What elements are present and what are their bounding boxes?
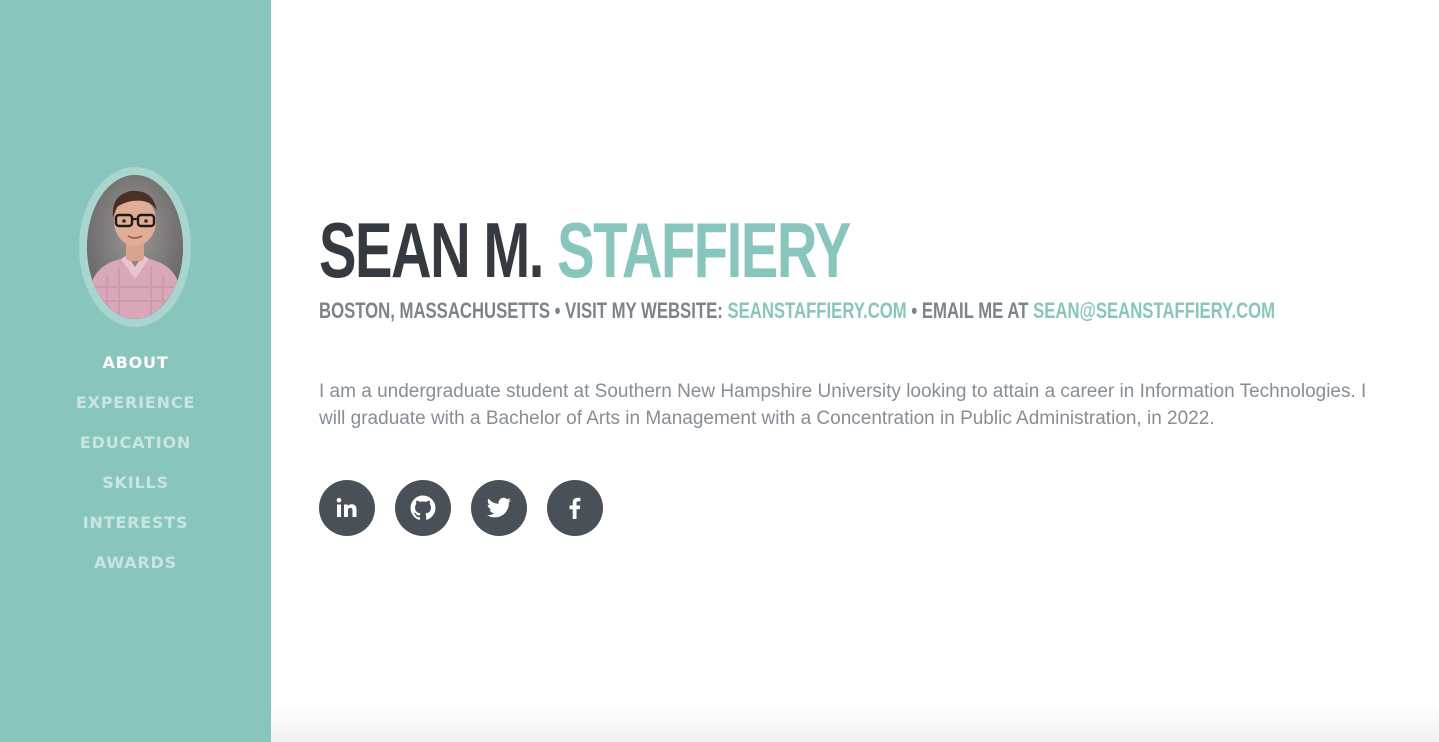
nav-item-education: EDUCATION xyxy=(0,430,271,470)
nav-link-about[interactable]: ABOUT xyxy=(102,350,168,376)
nav-item-awards: AWARDS xyxy=(0,550,271,590)
nav-link-skills[interactable]: SKILLS xyxy=(102,470,169,496)
location-text: BOSTON, MASSACHUSETTS xyxy=(319,298,551,323)
github-button[interactable] xyxy=(395,480,451,536)
page-title: SEAN M. STAFFIERY xyxy=(319,206,851,294)
linkedin-button[interactable] xyxy=(319,480,375,536)
contact-line: BOSTON, MASSACHUSETTS • VISIT MY WEBSITE… xyxy=(319,296,1275,326)
profile-photo-frame xyxy=(79,167,191,327)
last-name: STAFFIERY xyxy=(557,206,851,294)
facebook-icon xyxy=(569,497,581,519)
linkedin-icon xyxy=(336,497,357,517)
nav-link-education[interactable]: EDUCATION xyxy=(80,430,191,456)
bio-text: I am a undergraduate student at Southern… xyxy=(319,381,1367,429)
nav-link-awards[interactable]: AWARDS xyxy=(94,550,177,576)
email-prefix: EMAIL ME AT xyxy=(921,298,1029,323)
nav-item-experience: EXPERIENCE xyxy=(0,390,271,430)
separator: • xyxy=(554,298,561,323)
email-link[interactable]: SEAN@SEANSTAFFIERY.COM xyxy=(1033,298,1275,323)
avatar xyxy=(87,175,183,319)
twitter-icon xyxy=(487,497,511,518)
nav-link-experience[interactable]: EXPERIENCE xyxy=(76,390,195,416)
separator: • xyxy=(911,298,918,323)
twitter-button[interactable] xyxy=(471,480,527,536)
profile-photo xyxy=(87,175,183,319)
github-icon xyxy=(410,495,436,520)
bottom-shadow xyxy=(271,702,1439,742)
facebook-button[interactable] xyxy=(547,480,603,536)
website-prefix: VISIT MY WEBSITE: xyxy=(565,298,723,323)
sidebar-nav: ABOUT EXPERIENCE EDUCATION SKILLS INTERE… xyxy=(0,350,271,590)
website-link[interactable]: SEANSTAFFIERY.COM xyxy=(727,298,906,323)
nav-item-skills: SKILLS xyxy=(0,470,271,510)
nav-link-interests[interactable]: INTERESTS xyxy=(83,510,189,536)
sidebar: ABOUT EXPERIENCE EDUCATION SKILLS INTERE… xyxy=(0,0,271,742)
first-name: SEAN M. xyxy=(319,206,544,294)
nav-item-about: ABOUT xyxy=(0,350,271,390)
nav-item-interests: INTERESTS xyxy=(0,510,271,550)
social-icons xyxy=(319,480,603,536)
